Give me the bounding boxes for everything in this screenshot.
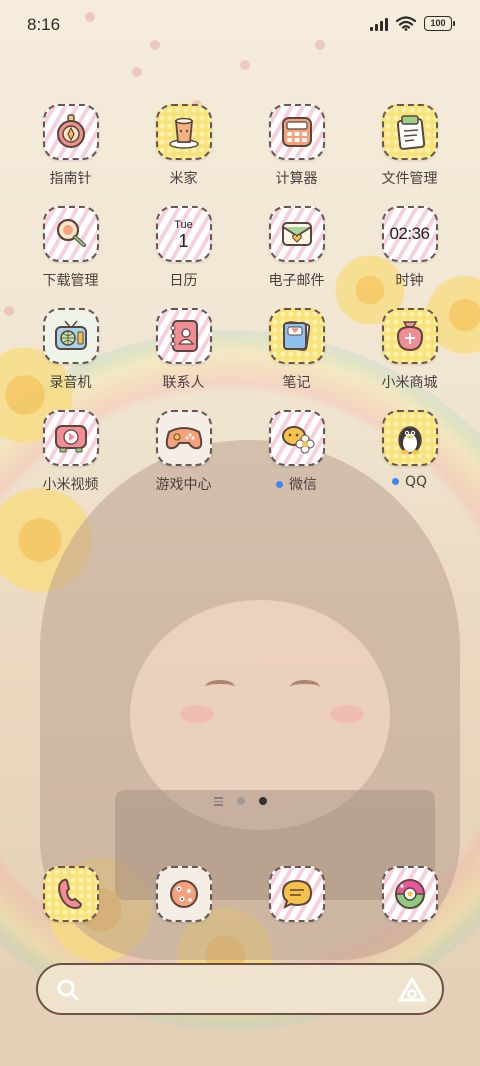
- mijia-cup-icon: [155, 104, 212, 160]
- search-icon[interactable]: [56, 978, 80, 1002]
- dock-app-camera[interactable]: [353, 866, 466, 922]
- message-bubble-icon: [268, 866, 325, 922]
- page-dot-1[interactable]: [236, 797, 245, 806]
- app-label: 笔记: [282, 375, 311, 391]
- clipboard-icon: [381, 104, 438, 160]
- clock-time: 02:36: [389, 224, 430, 243]
- new-badge-dot: [391, 477, 399, 485]
- app-mijia[interactable]: 米家: [127, 104, 240, 188]
- status-bar: 8:16 100: [0, 0, 480, 50]
- status-time: 8:16: [27, 15, 61, 34]
- app-label: 米家: [169, 171, 198, 187]
- shopping-bag-icon: [381, 308, 438, 364]
- app-drawer-lines-icon[interactable]: [213, 797, 223, 806]
- app-clock[interactable]: 02:36 时钟: [353, 206, 466, 290]
- dock-app-phone[interactable]: [14, 866, 127, 922]
- magnifier-download-icon: [42, 206, 99, 262]
- search-input[interactable]: [96, 977, 380, 1003]
- app-mi-video[interactable]: 小米视频: [14, 410, 127, 494]
- wifi-icon: [396, 16, 416, 31]
- app-wechat[interactable]: 微信: [240, 410, 353, 494]
- app-label: 小米商城: [381, 375, 438, 391]
- radio-icon: [42, 308, 99, 364]
- app-notes[interactable]: 笔记: [240, 308, 353, 392]
- battery-icon: 100: [424, 16, 455, 31]
- phone-icon: [42, 866, 99, 922]
- dock: [14, 866, 466, 922]
- compass-icon: [42, 104, 99, 160]
- dock-app-browser[interactable]: [127, 866, 240, 922]
- app-label: 微信: [276, 474, 317, 494]
- app-recorder[interactable]: 录音机: [14, 308, 127, 392]
- app-label: 联系人: [162, 375, 205, 391]
- app-label: 小米视频: [42, 477, 99, 493]
- page-dot-2-active[interactable]: [258, 797, 267, 806]
- calendar-icon: Tue 1: [155, 206, 212, 262]
- search-bar[interactable]: [36, 963, 444, 1015]
- app-email[interactable]: 电子邮件: [240, 206, 353, 290]
- app-label: 时钟: [395, 273, 424, 289]
- dock-app-messages[interactable]: [240, 866, 353, 922]
- app-grid: 指南针 米家 计算器 文件管理 下载管理 Tue 1 日历 电子邮件 02:36…: [14, 104, 466, 494]
- app-label: 指南针: [49, 171, 92, 187]
- app-contacts[interactable]: 联系人: [127, 308, 240, 392]
- app-calculator[interactable]: 计算器: [240, 104, 353, 188]
- app-download-manager[interactable]: 下载管理: [14, 206, 127, 290]
- cookie-icon: [155, 866, 212, 922]
- app-compass[interactable]: 指南针: [14, 104, 127, 188]
- app-game-center[interactable]: 游戏中心: [127, 410, 240, 494]
- envelope-icon: [268, 206, 325, 262]
- new-badge-dot: [276, 480, 283, 488]
- app-mi-store[interactable]: 小米商城: [353, 308, 466, 392]
- app-label: 文件管理: [381, 171, 438, 187]
- app-file-manager[interactable]: 文件管理: [353, 104, 466, 188]
- calculator-icon: [268, 104, 325, 160]
- qq-penguin-icon: [381, 410, 438, 466]
- app-qq[interactable]: QQ: [353, 410, 466, 494]
- app-label: 游戏中心: [155, 477, 212, 493]
- page-indicator[interactable]: [0, 797, 480, 806]
- calendar-day: Tue: [174, 219, 193, 231]
- tv-play-icon: [42, 410, 99, 466]
- calendar-date: 1: [178, 231, 189, 251]
- app-label: 电子邮件: [268, 273, 325, 289]
- camera-icon: [381, 866, 438, 922]
- cellular-signal-icon: [370, 17, 388, 31]
- app-label: QQ: [391, 474, 427, 490]
- app-label: 下载管理: [42, 273, 99, 289]
- gamepad-icon: [155, 410, 212, 466]
- status-icons: 100: [370, 16, 455, 31]
- ai-assistant-icon[interactable]: [398, 977, 426, 1003]
- wechat-icon: [268, 410, 325, 466]
- app-label: 日历: [169, 273, 198, 289]
- notes-icon: [268, 308, 325, 364]
- app-calendar[interactable]: Tue 1 日历: [127, 206, 240, 290]
- contacts-book-icon: [155, 308, 212, 364]
- clock-icon: 02:36: [381, 206, 438, 262]
- app-label: 计算器: [275, 171, 318, 187]
- app-label: 录音机: [49, 375, 92, 391]
